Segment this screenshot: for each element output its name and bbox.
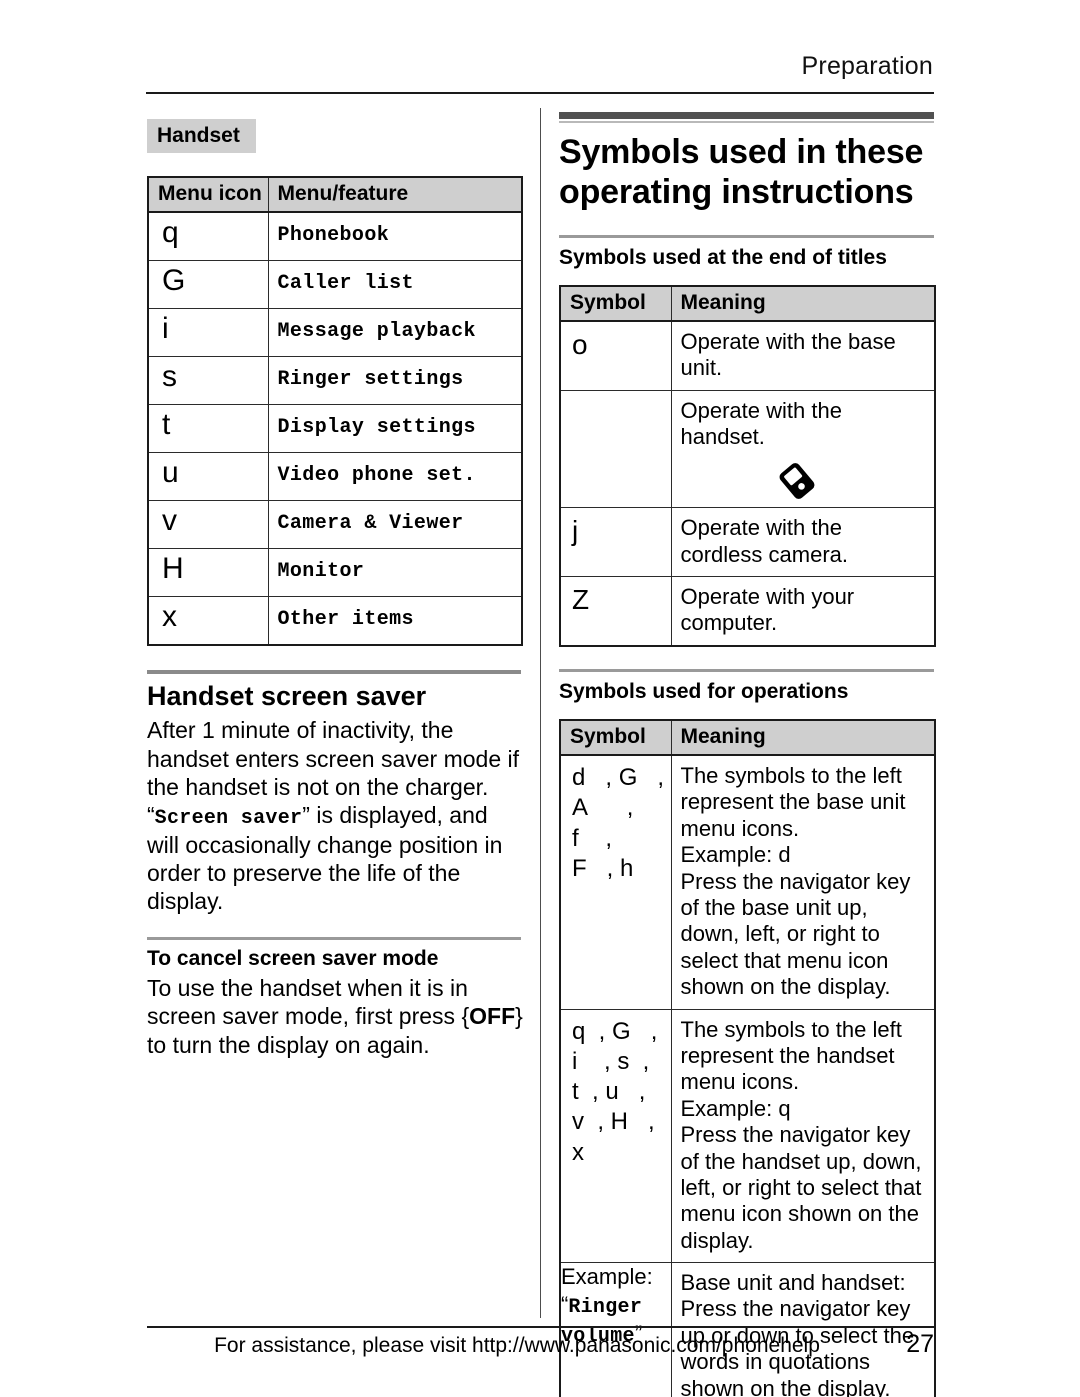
footer-rule [147, 1326, 934, 1328]
heading-symbols-for-operations: Symbols used for operations [559, 679, 849, 703]
menu-icon-glyph: t [147, 404, 269, 454]
table-row: x Other items [147, 596, 523, 646]
handset-menu-table: Menu icon Menu/feature q Phonebook G Cal… [147, 176, 523, 647]
footer-page-number: 27 [906, 1330, 934, 1358]
section-tag-handset: Handset [147, 119, 256, 154]
key-off-label: OFF [469, 1003, 516, 1030]
right-column: Symbols used in these operating instruct… [559, 110, 936, 1397]
table-header-row: Menu icon Menu/feature [147, 176, 523, 214]
menu-icon-glyph: s [147, 356, 269, 406]
heading-cancel-screen-saver: To cancel screen saver mode [147, 947, 439, 971]
menu-icon-glyph: q [147, 211, 269, 262]
example-label: Example: [561, 1264, 653, 1290]
section-rule [559, 234, 934, 238]
heading-symbols-end-of-titles: Symbols used at the end of titles [559, 245, 887, 269]
table-row: t Display settings [147, 404, 523, 454]
menu-feature-label: Ringer settings [267, 356, 523, 406]
table-row: H Monitor [147, 548, 523, 598]
column-divider [540, 108, 541, 1318]
table-row: q , G , i , s , t , u , v , H , x The sy… [559, 1008, 936, 1264]
symbols-operations-table: Symbol Meaning d , G , A , f , F , h The… [559, 719, 936, 1397]
table-row: o Operate with the base unit. [559, 320, 936, 391]
quote-open: “ [147, 801, 155, 828]
mono-screen-saver: Screen saver [154, 806, 303, 830]
menu-feature-label: Camera & Viewer [267, 500, 523, 550]
symbol-list-handset-icons: q , G , i , s , t , u , v , H , x [559, 1008, 672, 1264]
header-rule [146, 92, 934, 94]
handset-icon [667, 430, 815, 500]
paragraph-screen-saver-1: After 1 minute of inactivity, the handse… [147, 717, 520, 800]
left-column: Handset Menu icon Menu/feature q Phonebo… [147, 110, 523, 1059]
paragraph-cancel-mode: To use the handset when it is in screen … [147, 974, 523, 1058]
column-header-meaning: Meaning [670, 719, 936, 757]
symbols-titles-table: Symbol Meaning o Operate with the base u… [559, 284, 936, 647]
column-header-meaning: Meaning [670, 285, 936, 322]
symbol-glyph-computer: Z [559, 576, 672, 647]
table-header-row: Symbol Meaning [559, 719, 936, 757]
section-rule [147, 670, 521, 675]
menu-feature-label: Other items [267, 596, 523, 646]
table-row: d , G , A , f , F , h The symbols to the… [559, 754, 936, 1010]
text-before-key: To use the handset when it is in screen … [147, 975, 470, 1030]
section-rule [147, 937, 521, 941]
table-row: i Message playback [147, 308, 523, 358]
menu-feature-label: Phonebook [267, 211, 523, 262]
symbol-glyph-handset-cell [559, 389, 815, 509]
menu-feature-label: Caller list [267, 260, 523, 310]
table-row: v Camera & Viewer [147, 500, 523, 550]
menu-icon-glyph: H [147, 548, 269, 598]
symbol-meaning: The symbols to the left represent the ha… [670, 1008, 936, 1264]
table-row: s Ringer settings [147, 356, 523, 406]
table-row: G Caller list [147, 260, 523, 310]
column-header-menu-icon: Menu icon [147, 176, 269, 214]
symbol-glyph-base-unit: o [559, 320, 672, 391]
column-header-menu-feature: Menu/feature [267, 176, 523, 214]
table-row: Z Operate with your computer. [559, 576, 936, 647]
mono-ringer: Ringer [568, 1295, 643, 1319]
title-rule-thick [559, 112, 934, 119]
symbol-meaning: Operate with your computer. [670, 576, 936, 647]
menu-icon-glyph: u [147, 452, 269, 502]
table-row: q Phonebook [147, 211, 523, 262]
heading-handset-screen-saver: Handset screen saver [147, 681, 427, 712]
title-rule-thin [559, 121, 934, 123]
menu-feature-label: Display settings [267, 404, 523, 454]
running-head: Preparation [801, 52, 933, 80]
page-title: Symbols used in these operating instruct… [559, 133, 924, 211]
menu-feature-label: Monitor [267, 548, 523, 598]
footer-assistance-text: For assistance, please visit http://www.… [214, 1334, 820, 1357]
menu-feature-label: Video phone set. [267, 452, 523, 502]
example-quoted: “Ringer [561, 1292, 643, 1319]
menu-icon-glyph: v [147, 500, 269, 550]
paragraph-screen-saver-2: “Screen saver” is displayed, and will oc… [147, 801, 523, 916]
symbol-example-ringer-volume: Example: “Ringer volume” [559, 1262, 672, 1397]
section-rule [559, 668, 934, 672]
symbol-meaning: The symbols to the left represent the ba… [670, 754, 936, 1010]
menu-icon-glyph: G [147, 260, 269, 310]
symbol-glyph-cordless-camera: j [559, 507, 672, 578]
symbol-meaning: Operate with the base unit. [670, 320, 936, 391]
table-row: u Video phone set. [147, 452, 523, 502]
symbol-list-base-unit-icons: d , G , A , f , F , h [559, 754, 672, 1010]
table-row: Example: “Ringer volume” Base unit and h… [559, 1262, 936, 1397]
menu-feature-label: Message playback [267, 308, 523, 358]
column-header-symbol: Symbol [559, 719, 672, 757]
menu-icon-glyph: x [147, 596, 269, 646]
table-header-row: Symbol Meaning [559, 285, 936, 322]
document-page: Preparation Handset Menu icon Menu/featu… [0, 0, 1080, 1397]
menu-icon-glyph: i [147, 308, 269, 358]
table-row: Operate with the handset. [559, 389, 936, 509]
column-header-symbol: Symbol [559, 285, 672, 322]
